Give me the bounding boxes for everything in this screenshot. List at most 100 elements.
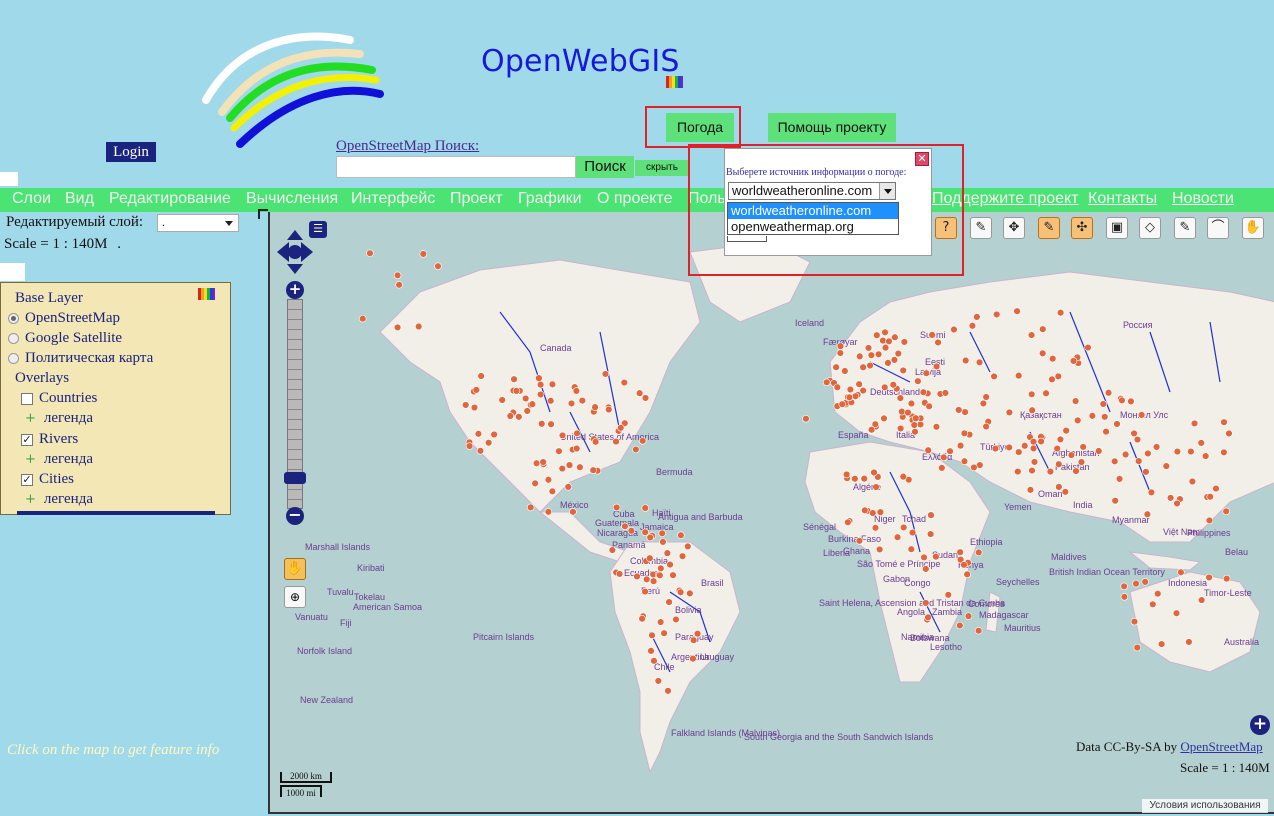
city-dot[interactable] — [1142, 468, 1150, 476]
city-dot[interactable] — [974, 626, 983, 635]
search-input[interactable] — [336, 156, 576, 178]
city-dot[interactable] — [567, 399, 576, 408]
city-dot[interactable] — [956, 441, 965, 450]
hide-search-button[interactable]: скрыть — [635, 160, 689, 176]
city-dot[interactable] — [1084, 343, 1092, 352]
city-dot[interactable] — [538, 420, 546, 428]
city-dot[interactable] — [884, 359, 892, 367]
city-dot[interactable] — [846, 385, 855, 394]
overlay-countries[interactable]: Countries — [1, 390, 97, 407]
city-dot[interactable] — [589, 466, 597, 474]
city-dot[interactable] — [1144, 449, 1152, 458]
city-dot[interactable] — [1101, 413, 1109, 421]
city-dot[interactable] — [1015, 371, 1023, 380]
city-dot[interactable] — [955, 406, 963, 414]
city-dot[interactable] — [1028, 390, 1036, 399]
city-dot[interactable] — [990, 372, 998, 381]
checkbox-icon[interactable]: ✓ — [21, 473, 33, 486]
layer-list-icon[interactable]: ☰ — [309, 221, 327, 238]
city-dot[interactable] — [922, 599, 930, 607]
city-dot[interactable] — [648, 631, 656, 640]
city-dot[interactable] — [615, 570, 624, 578]
city-dot[interactable] — [1205, 516, 1214, 525]
city-dot[interactable] — [908, 528, 917, 537]
city-dot[interactable] — [1030, 458, 1039, 466]
city-dot[interactable] — [961, 356, 970, 365]
city-dot[interactable] — [465, 442, 474, 450]
city-dot[interactable] — [1046, 467, 1055, 476]
city-dot[interactable] — [924, 613, 932, 622]
city-dot[interactable] — [894, 349, 903, 358]
city-dot[interactable] — [617, 424, 625, 432]
city-dot[interactable] — [663, 549, 672, 557]
city-dot[interactable] — [1121, 450, 1130, 459]
menu-item-charts[interactable]: Графики — [518, 190, 582, 208]
city-dot[interactable] — [961, 408, 969, 416]
city-dot[interactable] — [591, 438, 600, 446]
city-dot[interactable] — [641, 394, 650, 402]
city-dot[interactable] — [1005, 408, 1014, 417]
city-dot[interactable] — [872, 483, 880, 491]
city-dot[interactable] — [925, 402, 933, 411]
menu-item-view[interactable]: Вид — [65, 190, 94, 208]
city-dot[interactable] — [869, 509, 877, 517]
city-dot[interactable] — [1205, 573, 1213, 582]
city-dot[interactable] — [1157, 640, 1166, 648]
city-dot[interactable] — [1185, 638, 1193, 646]
side-toggle-tab[interactable] — [0, 172, 18, 186]
city-dot[interactable] — [572, 444, 581, 453]
city-dot[interactable] — [1212, 484, 1220, 493]
city-dot[interactable] — [641, 528, 649, 536]
city-dot[interactable] — [896, 424, 905, 433]
menu-item-calc[interactable]: Вычисления — [246, 190, 338, 208]
city-dot[interactable] — [991, 444, 1000, 453]
city-dot[interactable] — [907, 545, 916, 553]
city-dot[interactable] — [1188, 477, 1197, 486]
city-dot[interactable] — [647, 647, 655, 655]
city-dot[interactable] — [555, 447, 563, 455]
city-dot[interactable] — [678, 552, 687, 560]
city-dot[interactable] — [934, 338, 942, 347]
city-dot[interactable] — [620, 378, 629, 387]
city-dot[interactable] — [881, 383, 889, 392]
city-dot[interactable] — [1137, 411, 1146, 419]
menu-item-interface[interactable]: Интерфейс — [351, 190, 435, 208]
city-dot[interactable] — [1201, 452, 1210, 460]
city-dot[interactable] — [874, 350, 883, 359]
city-dot[interactable] — [650, 657, 658, 665]
city-dot[interactable] — [832, 363, 840, 371]
city-dot[interactable] — [498, 396, 506, 404]
city-dot[interactable] — [627, 527, 636, 535]
city-dot[interactable] — [919, 388, 928, 396]
city-dot[interactable] — [605, 405, 613, 414]
panel-toggle-tab[interactable] — [0, 263, 25, 281]
legend-rivers[interactable]: + легенда — [1, 451, 93, 468]
city-dot[interactable] — [1013, 307, 1021, 315]
city-dot[interactable] — [1074, 416, 1082, 425]
menu-item-layers[interactable]: Слои — [12, 190, 51, 208]
login-button[interactable]: Login — [106, 142, 156, 162]
city-dot[interactable] — [960, 429, 969, 438]
city-dot[interactable] — [922, 565, 930, 573]
city-dot[interactable] — [565, 461, 574, 469]
city-dot[interactable] — [393, 271, 402, 280]
city-dot[interactable] — [1042, 389, 1050, 397]
menu-item-contacts[interactable]: Контакты — [1088, 190, 1157, 208]
city-dot[interactable] — [665, 598, 673, 606]
city-dot[interactable] — [1029, 444, 1038, 453]
menu-item-project[interactable]: Проект — [450, 190, 503, 208]
city-dot[interactable] — [924, 446, 932, 454]
city-dot[interactable] — [641, 587, 649, 596]
city-dot[interactable] — [544, 508, 553, 516]
city-dot[interactable] — [876, 508, 885, 516]
city-dot[interactable] — [932, 362, 941, 371]
city-dot[interactable] — [1005, 443, 1013, 452]
city-dot[interactable] — [873, 331, 881, 339]
city-dot[interactable] — [928, 331, 936, 339]
move-icon[interactable]: ✥ — [1003, 217, 1025, 239]
city-dot[interactable] — [659, 538, 667, 546]
city-dot[interactable] — [940, 453, 948, 462]
city-dot[interactable] — [1020, 442, 1029, 450]
city-dot[interactable] — [926, 530, 935, 538]
city-dot[interactable] — [833, 383, 842, 391]
